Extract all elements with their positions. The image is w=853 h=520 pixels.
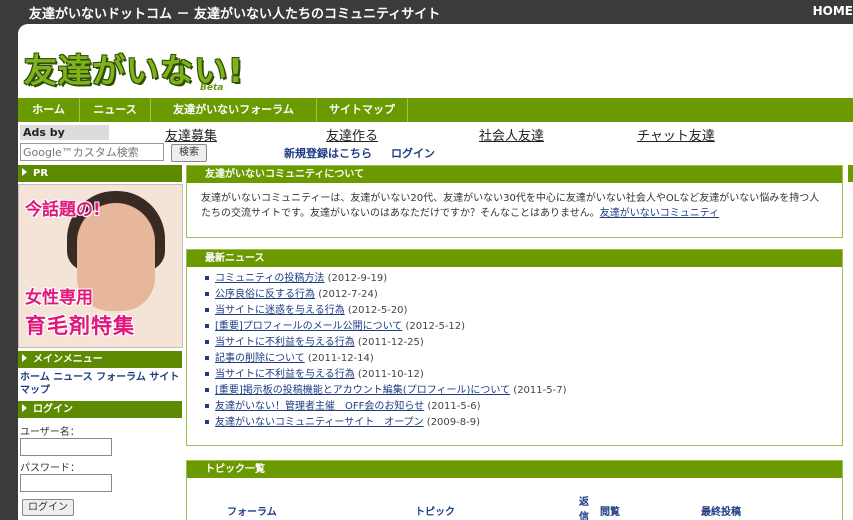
col-header-replies: 返信 [579,497,589,520]
password-field[interactable] [20,474,112,492]
register-link[interactable]: 新規登録はこちら [284,145,372,161]
news-item-link[interactable]: 記事の削除について [215,353,305,364]
ad-link-make-friends[interactable]: 友達作る [326,125,378,144]
list-item: 当サイトに不利益を与える行為 (2011-10-12) [205,367,842,383]
triangle-icon [22,168,27,176]
col-header-forum: フォーラム [227,507,277,518]
list-item: 当サイトに不利益を与える行為 (2011-12-25) [205,335,842,351]
ad-banner-line2: 女性専用 [25,288,93,308]
login-button[interactable]: ログイン [22,499,74,516]
page-content: 友達がいない! Beta ホーム ニュース 友達がいないフォーラム サイトマップ… [18,24,853,520]
home-link[interactable]: HOME [813,4,853,18]
list-item: 友達がいないコミュニティーサイト オープン (2009-8-9) [205,415,842,431]
login-header: ログイン [18,401,182,418]
password-label: パスワード： [20,463,80,474]
main-menu-header: メインメニュー [18,351,182,368]
triangle-icon [22,404,27,412]
topics-panel: トピック一覧 フォーラム トピック 返信 閲覧 最終投稿 [186,460,843,520]
main-menu-title: メインメニュー [33,354,103,365]
triangle-icon [22,354,27,362]
nav-item-sitemap[interactable]: サイトマップ [317,98,408,122]
right-column-edge [848,165,853,182]
col-header-topic: トピック [415,507,455,518]
ad-banner-line1: 今話題の! [25,200,101,220]
main-nav: ホーム ニュース 友達がいないフォーラム サイトマップ [18,98,853,122]
menu-link-news[interactable]: ニュース [53,372,93,383]
news-item-link[interactable]: 公序良俗に反する行為 [215,289,315,300]
news-item-link[interactable]: 当サイトに不利益を与える行為 [215,337,355,348]
news-item-date: (2012-5-20) [347,305,408,316]
news-item-link[interactable]: [重要]掲示板の投稿機能とアカウント編集(プロフィール)について [215,385,510,396]
logo-beta-label: Beta [200,83,224,93]
top-bar: 友達がいないドットコム － 友達がいない人たちのコミュニティサイト HOME [0,0,853,24]
ad-link-chat-friends[interactable]: チャット友達 [637,125,715,144]
news-item-link[interactable]: 当サイトに迷惑を与える行為 [215,305,345,316]
list-item: [重要]掲示板の投稿機能とアカウント編集(プロフィール)について (2011-5… [205,383,842,399]
news-item-date: (2011-5-6) [427,401,481,412]
list-item: コミュニティの投稿方法 (2012-9-19) [205,271,842,287]
ads-by-google[interactable]: Ads by Google [20,125,109,154]
login-link[interactable]: ログイン [391,145,435,161]
about-link[interactable]: 友達がいないコミュニティ [600,208,719,219]
news-item-date: (2012-5-12) [405,321,466,332]
news-item-link[interactable]: 友達がいないコミュニティーサイト オープン [215,417,424,428]
main-menu-links: ホーム ニュース フォーラム サイトマップ [20,371,180,397]
news-title: 最新ニュース [187,250,842,267]
about-text: 友達がいないコミュニティーは、友達がいない20代、友達がいない30代を中心に友達… [201,193,820,219]
list-item: 公序良俗に反する行為 (2012-7-24) [205,287,842,303]
topics-title: トピック一覧 [187,461,842,478]
list-item: 記事の削除について (2011-12-14) [205,351,842,367]
list-item: 当サイトに迷惑を与える行為 (2012-5-20) [205,303,842,319]
username-label: ユーザー名： [20,427,80,438]
list-item: [重要]プロフィールのメール公開について (2012-5-12) [205,319,842,335]
col-header-last-post: 最終投稿 [701,507,741,518]
news-item-date: (2011-5-7) [513,385,567,396]
ad-banner-line3: 育毛剤特集 [25,314,135,338]
news-item-link[interactable]: コミュニティの投稿方法 [215,273,324,284]
search-button[interactable]: 検索 [171,144,207,162]
news-item-link[interactable]: [重要]プロフィールのメール公開について [215,321,402,332]
news-item-date: (2011-12-14) [307,353,374,364]
menu-link-home[interactable]: ホーム [20,372,50,383]
about-body: 友達がいないコミュニティーは、友達がいない20代、友達がいない30代を中心に友達… [187,183,842,229]
pr-title: PR [33,168,49,179]
news-list: コミュニティの投稿方法 (2012-9-19) 公序良俗に反する行為 (2012… [187,267,842,431]
news-item-date: (2011-10-12) [357,369,424,380]
news-item-link[interactable]: 友達がいない！管理者主催 OFF会のお知らせ [215,401,424,412]
site-title: 友達がいないドットコム － 友達がいない人たちのコミュニティサイト [29,7,441,22]
pr-header: PR [18,165,182,182]
nav-item-forum[interactable]: 友達がいないフォーラム [151,98,317,122]
list-item: 友達がいない！管理者主催 OFF会のお知らせ (2011-5-6) [205,399,842,415]
ad-banner[interactable]: 今話題の! 女性専用 育毛剤特集 [18,184,183,348]
news-item-date: (2012-9-19) [327,273,388,284]
ad-link-friend-search[interactable]: 友達募集 [165,125,217,144]
about-title: 友達がいないコミュニティについて [187,166,842,183]
menu-link-forum[interactable]: フォーラム [96,372,146,383]
about-panel: 友達がいないコミュニティについて 友達がいないコミュニティーは、友達がいない20… [186,165,843,238]
news-panel: 最新ニュース コミュニティの投稿方法 (2012-9-19) 公序良俗に反する行… [186,249,843,446]
search-input[interactable] [20,143,164,161]
news-item-date: (2011-12-25) [357,337,424,348]
news-item-date: (2009-8-9) [426,417,480,428]
nav-item-home[interactable]: ホーム [18,98,80,122]
news-item-date: (2012-7-24) [318,289,378,300]
ad-link-adult-friends[interactable]: 社会人友達 [479,125,544,144]
nav-item-news[interactable]: ニュース [80,98,151,122]
news-item-link[interactable]: 当サイトに不利益を与える行為 [215,369,355,380]
col-header-views: 閲覧 [600,507,620,518]
username-field[interactable] [20,438,112,456]
login-title: ログイン [33,404,73,415]
